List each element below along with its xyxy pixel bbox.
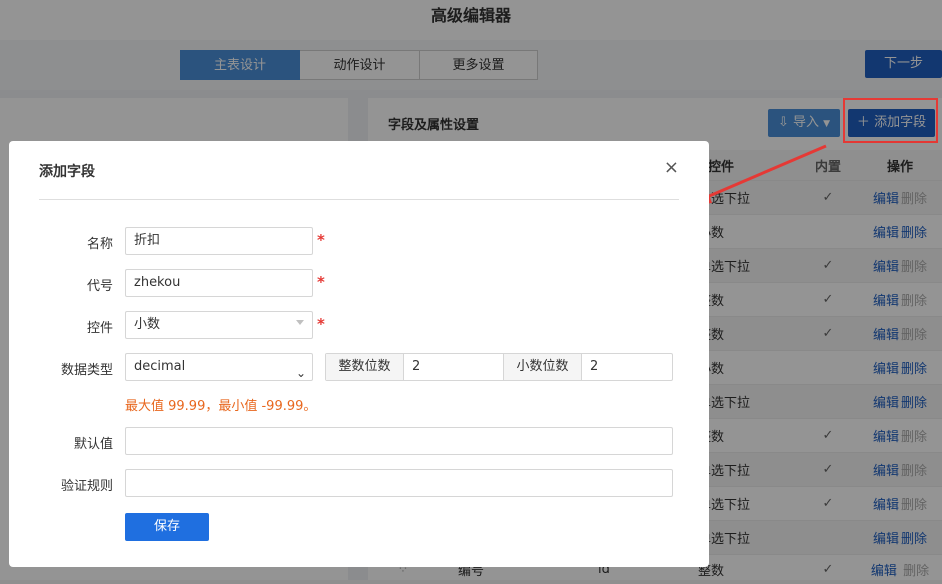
dec-digits-label: 小数位数 [504, 354, 582, 380]
name-input[interactable]: 折扣 [125, 227, 313, 255]
control-label: 控件 [86, 321, 113, 336]
chevron-down-icon [296, 320, 304, 325]
add-field-dialog: 添加字段 × 名称 折扣 * 代号 zhekou * 控件 小数 * 数据类型 … [9, 141, 709, 567]
validation-rule-input[interactable] [125, 469, 673, 497]
int-digits-input[interactable]: 2 [404, 354, 504, 380]
default-value-label: 默认值 [73, 437, 113, 452]
required-mark: * [317, 273, 325, 291]
default-value-input[interactable] [125, 427, 673, 455]
dialog-title: 添加字段 [39, 164, 95, 180]
close-icon[interactable]: × [664, 157, 679, 178]
validation-rule-label: 验证规则 [60, 479, 113, 494]
code-input[interactable]: zhekou [125, 269, 313, 297]
required-mark: * [317, 231, 325, 249]
dec-digits-input[interactable]: 2 [582, 354, 672, 380]
datatype-label: 数据类型 [60, 363, 113, 378]
chevron-down-icon: ⌄ [295, 366, 306, 380]
control-select[interactable]: 小数 [125, 311, 313, 339]
required-mark: * [317, 315, 325, 333]
int-digits-label: 整数位数 [326, 354, 404, 380]
control-value: 小数 [134, 317, 161, 332]
save-button[interactable]: 保存 [125, 513, 209, 541]
datatype-select[interactable]: decimal ⌄ [125, 353, 313, 381]
datatype-value: decimal [134, 359, 186, 374]
name-label: 名称 [86, 237, 113, 252]
range-hint: 最大值 99.99，最小值 -99.99。 [125, 399, 317, 414]
digits-input-group: 整数位数 2 小数位数 2 [325, 353, 673, 381]
code-label: 代号 [86, 279, 113, 294]
dialog-divider [39, 199, 679, 200]
